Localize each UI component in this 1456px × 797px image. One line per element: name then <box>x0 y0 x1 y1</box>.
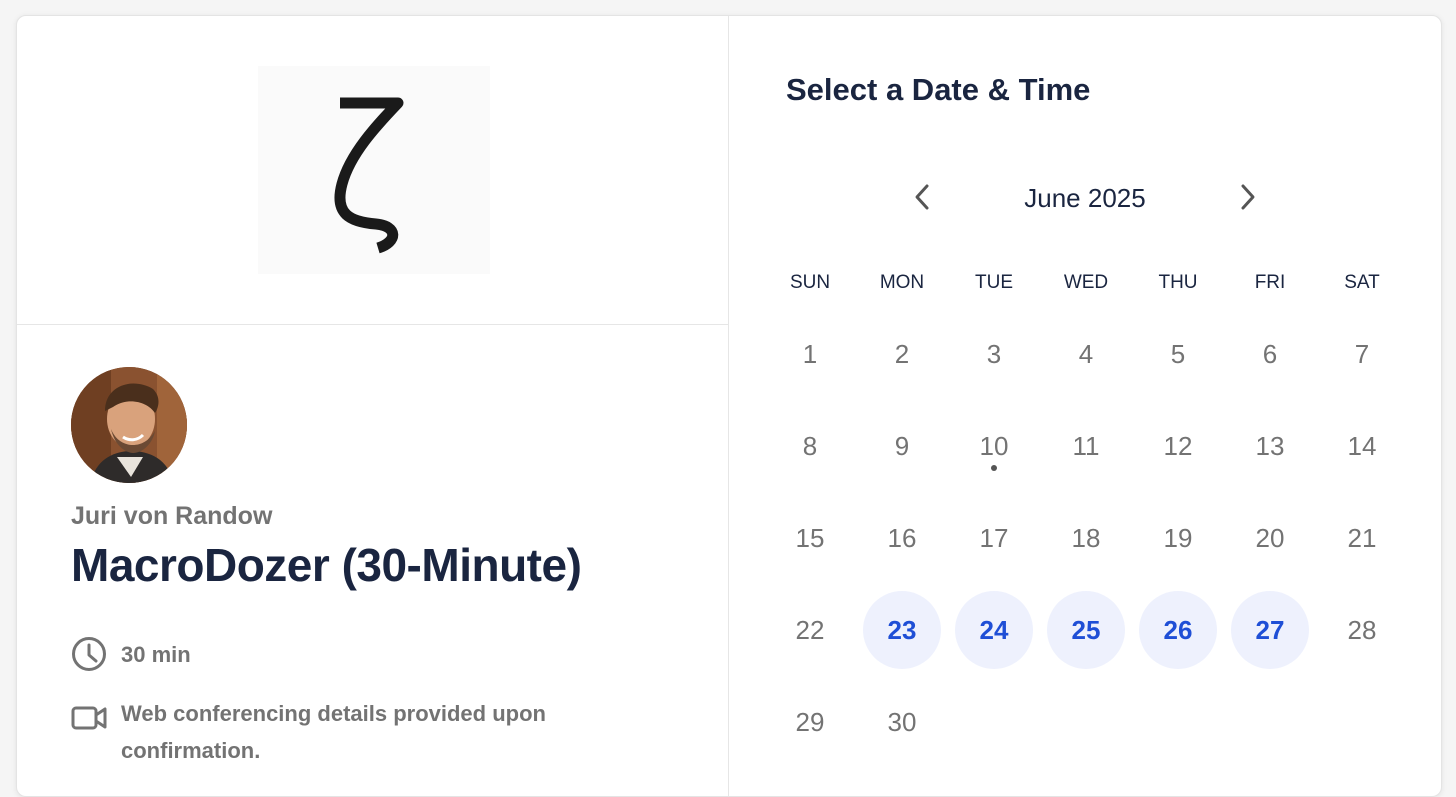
calendar-day-5: 5 <box>1132 308 1224 400</box>
event-details-panel: Juri von Randow MacroDozer (30-Minute) 3… <box>17 16 729 796</box>
day-number[interactable]: 25 <box>1047 591 1125 669</box>
calendar-day-4: 4 <box>1040 308 1132 400</box>
host-avatar <box>71 367 187 483</box>
section-title: Select a Date & Time <box>786 72 1091 107</box>
weekday-fri: FRI <box>1254 272 1286 293</box>
calendar-day-3: 3 <box>948 308 1040 400</box>
day-number: 17 <box>979 522 1009 553</box>
today-indicator-dot <box>991 465 997 471</box>
conferencing-label: Web conferencing details provided upon c… <box>121 701 546 763</box>
calendar-day-11: 11 <box>1040 400 1132 492</box>
calendar-day-24[interactable]: 24 <box>948 584 1040 676</box>
weekday-sun: SUN <box>789 272 831 293</box>
day-number: 1 <box>802 338 818 369</box>
duration-detail: 30 min <box>71 636 191 673</box>
calendar-day-6: 6 <box>1224 308 1316 400</box>
month-label-text: June 2025 <box>1024 183 1146 213</box>
day-number: 13 <box>1255 430 1285 461</box>
calendar-day-17: 17 <box>948 492 1040 584</box>
chevron-right-icon <box>1237 183 1257 216</box>
event-title: MacroDozer (30-Minute) <box>71 539 582 591</box>
calendar-day-1: 1 <box>764 308 856 400</box>
calendar-day-22: 22 <box>764 584 856 676</box>
month-navigation: June 2025 <box>729 176 1441 222</box>
calendar-day-27[interactable]: 27 <box>1224 584 1316 676</box>
day-number: 14 <box>1347 430 1377 461</box>
logo-area <box>17 16 728 325</box>
month-label: June 2025 <box>729 183 1441 214</box>
calendar-day-26[interactable]: 26 <box>1132 584 1224 676</box>
day-number: 29 <box>795 706 825 737</box>
day-number: 18 <box>1071 522 1101 553</box>
calendar-day-25[interactable]: 25 <box>1040 584 1132 676</box>
day-number: 10 <box>979 430 1009 461</box>
day-number[interactable]: 23 <box>863 591 941 669</box>
day-number: 4 <box>1078 338 1094 369</box>
weekday-thu: THU <box>1158 272 1198 293</box>
weekday-mon: MON <box>879 272 925 293</box>
day-number: 30 <box>887 706 917 737</box>
calendar-day-2: 2 <box>856 308 948 400</box>
calendar-day-12: 12 <box>1132 400 1224 492</box>
day-number: 16 <box>887 522 917 553</box>
day-number: 2 <box>894 338 910 369</box>
calendar-day-21: 21 <box>1316 492 1408 584</box>
company-logo <box>258 66 490 274</box>
date-picker-panel: Select a Date & Time June 2025 SUN MON TUE… <box>729 16 1441 796</box>
day-number: 19 <box>1163 522 1193 553</box>
day-number: 5 <box>1170 338 1186 369</box>
day-number: 11 <box>1072 430 1100 461</box>
calendar-day-16: 16 <box>856 492 948 584</box>
calendar-day-14: 14 <box>1316 400 1408 492</box>
calendar-day-9: 9 <box>856 400 948 492</box>
calendar-day-30: 30 <box>856 676 948 768</box>
weekday-tue: TUE <box>975 272 1013 293</box>
clock-icon <box>71 636 107 672</box>
day-number: 28 <box>1347 614 1377 645</box>
day-number: 12 <box>1163 430 1193 461</box>
calendar-day-18: 18 <box>1040 492 1132 584</box>
day-number[interactable]: 26 <box>1139 591 1217 669</box>
calendar-grid: 1 2 3 4 5 6 7 8 9 10 11 12 13 14 15 16 17 18 19 20 21 22 23 24 2… <box>764 308 1408 768</box>
day-number: 22 <box>795 614 825 645</box>
day-number: 7 <box>1354 338 1370 369</box>
day-number: 20 <box>1255 522 1285 553</box>
conferencing-detail: Web conferencing details provided upon c… <box>71 695 631 769</box>
day-number[interactable]: 24 <box>955 591 1033 669</box>
calendar-day-23[interactable]: 23 <box>856 584 948 676</box>
day-number: 15 <box>795 522 825 553</box>
calendar-day-8: 8 <box>764 400 856 492</box>
calendar-day-7: 7 <box>1316 308 1408 400</box>
calendar-day-20: 20 <box>1224 492 1316 584</box>
day-number: 6 <box>1262 338 1278 369</box>
calendar-day-28: 28 <box>1316 584 1408 676</box>
calendar-day-19: 19 <box>1132 492 1224 584</box>
weekday-header: SUN MON TUE WED THU FRI SAT <box>764 272 1408 294</box>
calendar-day-29: 29 <box>764 676 856 768</box>
duration-label: 30 min <box>121 642 191 667</box>
day-number: 9 <box>894 430 910 461</box>
weekday-wed: WED <box>1063 272 1109 293</box>
host-name: Juri von Randow <box>71 502 273 530</box>
weekday-sat: SAT <box>1344 272 1380 293</box>
calendar-day-15: 15 <box>764 492 856 584</box>
calendar-day-13: 13 <box>1224 400 1316 492</box>
day-number: 8 <box>802 430 818 461</box>
video-camera-icon <box>71 700 107 736</box>
day-number: 3 <box>986 338 1002 369</box>
booking-card: Juri von Randow MacroDozer (30-Minute) 3… <box>16 15 1442 797</box>
day-number[interactable]: 27 <box>1231 591 1309 669</box>
calendar-day-10: 10 <box>948 400 1040 492</box>
day-number: 21 <box>1347 522 1377 553</box>
next-month-button[interactable] <box>1224 176 1270 222</box>
